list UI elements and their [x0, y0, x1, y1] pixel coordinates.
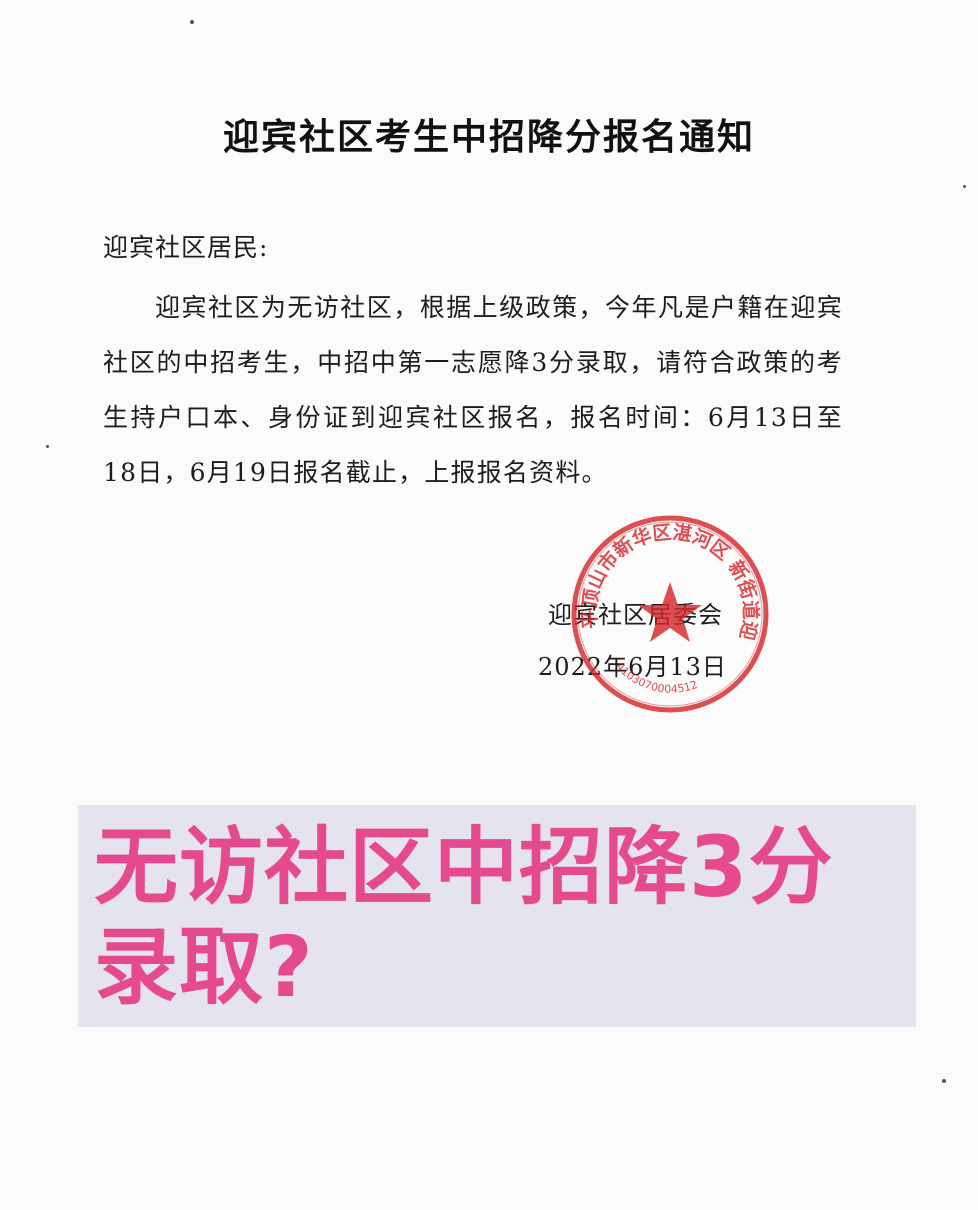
- speck: [963, 185, 966, 188]
- seal-star-icon: [638, 582, 702, 642]
- speck: [942, 1079, 946, 1083]
- page-title: 迎宾社区考生中招降分报名通知: [222, 116, 755, 158]
- official-seal: 平顶山市新华区湛河区 新街道迎宾社区居民委员会 4103070004512: [568, 512, 769, 713]
- headline-banner: 无访社区中招降3分 录取?: [78, 805, 916, 1027]
- greeting: 迎宾社区居民:: [103, 233, 269, 262]
- headline-line-1: 无访社区中招降3分: [94, 818, 834, 916]
- notice-page: 迎宾社区考生中招降分报名通知 迎宾社区居民: 迎宾社区为无访社区，根据上级政策，…: [0, 0, 978, 1210]
- headline-line-2: 录取?: [94, 918, 314, 1016]
- notice-body: 迎宾社区为无访社区，根据上级政策，今年凡是户籍在迎宾社区的中招考生，中招中第一志…: [103, 293, 843, 487]
- seal-number: 4103070004512: [613, 660, 699, 696]
- speck: [46, 445, 49, 448]
- headline-text: 无访社区中招降3分 录取?: [94, 817, 914, 1017]
- speck: [190, 20, 194, 24]
